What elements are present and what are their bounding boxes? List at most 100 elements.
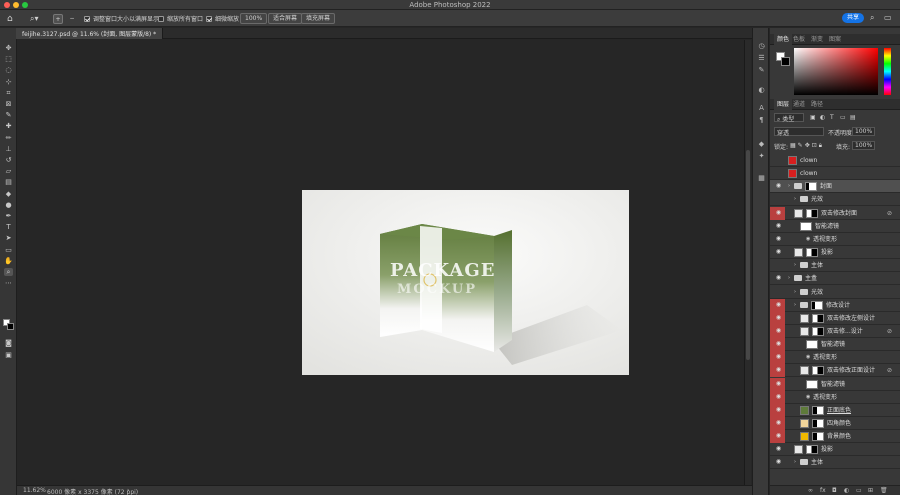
visibility-eye-icon[interactable]: ◉ xyxy=(775,433,782,439)
visibility-eye-icon[interactable]: ◉ xyxy=(775,446,782,452)
filter-pixel-icon[interactable]: ▣ xyxy=(810,114,816,121)
properties-icon[interactable]: ☰ xyxy=(757,54,766,62)
filter-visibility-icon[interactable]: ◉ xyxy=(806,236,810,242)
artboard-tool-icon[interactable]: ⬚ xyxy=(4,55,13,63)
dodge-tool-icon[interactable]: ● xyxy=(4,201,13,209)
filter-type-icon[interactable]: T xyxy=(830,114,834,121)
lock-icons[interactable]: ▦✎✥⊡🔒︎ xyxy=(790,142,824,150)
expand-chevron-icon[interactable]: › xyxy=(788,275,790,281)
pen-tool-icon[interactable]: ✒ xyxy=(4,212,13,220)
layer-row[interactable]: ◉ › 修改设计 xyxy=(770,298,900,312)
new-layer-icon[interactable]: ⊞ xyxy=(868,487,873,494)
layer-mask-thumbnail[interactable] xyxy=(805,182,817,192)
layer-row[interactable]: ◉ 四角颜色 xyxy=(770,417,900,430)
layer-thumbnail[interactable] xyxy=(794,445,803,455)
smart-object-icon[interactable]: ⊘ xyxy=(887,210,894,217)
zoom-100-button[interactable]: 100% xyxy=(240,13,268,24)
gradient-tool-icon[interactable]: ▤ xyxy=(4,178,13,186)
libraries-icon[interactable]: ◆ xyxy=(757,140,766,148)
layer-thumbnail[interactable] xyxy=(788,156,797,165)
layer-mask-thumbnail[interactable] xyxy=(812,419,824,428)
layer-mask-thumbnail[interactable] xyxy=(806,248,818,258)
visibility-eye-icon[interactable] xyxy=(775,289,782,295)
healing-tool-icon[interactable]: ✚ xyxy=(4,122,13,130)
link-layers-icon[interactable]: ∞ xyxy=(808,487,813,494)
visibility-eye-icon[interactable]: ◉ xyxy=(775,301,782,308)
opacity-field[interactable]: 100% xyxy=(852,127,876,136)
quick-mask-icon[interactable]: ◙ xyxy=(4,339,13,347)
layer-thumbnail[interactable] xyxy=(794,208,803,218)
status-menu-icon[interactable]: › xyxy=(127,487,129,494)
layer-mask-thumbnail[interactable] xyxy=(812,405,824,415)
background-color-swatch[interactable] xyxy=(781,57,790,66)
layer-row[interactable]: ◉ › 封面 xyxy=(770,180,900,194)
tab-paths[interactable]: 路径 xyxy=(808,99,826,110)
zoom-level[interactable]: 11.62% xyxy=(23,487,46,494)
fit-screen-button[interactable]: 适合屏幕 xyxy=(268,13,303,24)
layer-mask-thumbnail[interactable] xyxy=(812,326,824,336)
path-select-tool-icon[interactable]: ➤ xyxy=(4,234,13,242)
layer-mask-thumbnail[interactable] xyxy=(806,445,818,455)
new-group-icon[interactable]: ▭ xyxy=(856,487,862,494)
layer-mask-thumbnail[interactable] xyxy=(812,313,824,323)
layer-row[interactable]: ◉ ◉ 透视变形 xyxy=(770,390,900,404)
character-icon[interactable]: A xyxy=(757,104,766,112)
add-mask-icon[interactable]: ◘ xyxy=(832,487,837,494)
move-tool-icon[interactable]: ✥ xyxy=(4,44,13,52)
visibility-eye-icon[interactable]: ◉ xyxy=(775,235,782,242)
screen-mode-icon[interactable]: ▣ xyxy=(4,351,13,359)
hand-tool-icon[interactable]: ✋ xyxy=(4,257,13,265)
layer-row[interactable]: › 光效 xyxy=(770,193,900,207)
brush-settings-icon[interactable]: ✎ xyxy=(757,66,766,74)
visibility-eye-icon[interactable]: ◉ xyxy=(775,222,782,229)
hue-slider[interactable] xyxy=(884,48,891,95)
filter-visibility-icon[interactable]: ◉ xyxy=(806,354,810,360)
blur-tool-icon[interactable]: ◆ xyxy=(4,190,13,198)
crop-tool-icon[interactable]: ⌗ xyxy=(4,89,13,97)
layer-mask-thumbnail[interactable] xyxy=(806,208,818,218)
eyedropper-tool-icon[interactable]: ✎ xyxy=(4,111,13,119)
zoom-all-windows-checkbox[interactable]: 缩放所有窗口 xyxy=(158,14,203,23)
edit-toolbar-icon[interactable]: ⋯ xyxy=(4,279,13,287)
expand-chevron-icon[interactable]: › xyxy=(788,183,790,189)
visibility-eye-icon[interactable]: ◉ xyxy=(775,354,782,360)
tab-gradients[interactable]: 渐变 xyxy=(808,34,826,45)
swatches-icon[interactable]: ▦ xyxy=(757,174,766,182)
brushes-icon[interactable]: ✦ xyxy=(757,152,766,160)
layer-row[interactable]: clown xyxy=(770,167,900,181)
visibility-eye-icon[interactable]: ◉ xyxy=(775,209,782,216)
zoom-tool-icon[interactable]: ⌕▾ xyxy=(30,14,39,23)
smart-object-icon[interactable]: ⊘ xyxy=(887,367,894,374)
expand-chevron-icon[interactable]: › xyxy=(794,459,796,465)
layer-mask-thumbnail[interactable] xyxy=(812,432,824,442)
expand-chevron-icon[interactable]: › xyxy=(794,262,796,268)
zoom-in-icon[interactable]: + xyxy=(53,14,63,24)
search-icon[interactable]: ⌕ xyxy=(870,13,874,23)
tab-patterns[interactable]: 图案 xyxy=(826,34,844,45)
share-button[interactable]: 共享 xyxy=(842,13,864,23)
layer-row[interactable]: ◉ 双击修改正面设计 ⊘ xyxy=(770,364,900,378)
vertical-scrollbar[interactable] xyxy=(744,40,751,485)
scrubby-zoom-checkbox[interactable]: 细微缩放 xyxy=(206,14,239,23)
layer-row[interactable]: ◉ 背景颜色 xyxy=(770,430,900,444)
filter-adjustment-icon[interactable]: ◐ xyxy=(820,114,825,121)
brush-tool-icon[interactable]: ✏ xyxy=(4,134,13,142)
adjustments-icon[interactable]: ◐ xyxy=(757,86,766,94)
visibility-eye-icon[interactable]: ◉ xyxy=(775,393,782,400)
visibility-eye-icon[interactable]: ◉ xyxy=(775,275,782,281)
visibility-eye-icon[interactable]: ◉ xyxy=(775,406,782,413)
layer-row[interactable]: ◉ 正面底色 xyxy=(770,403,900,417)
new-adjustment-icon[interactable]: ◐ xyxy=(844,487,849,494)
layer-thumbnail[interactable] xyxy=(800,366,809,376)
layer-thumbnail[interactable] xyxy=(800,326,809,336)
layer-row[interactable]: ◉ 双击修改封面 ⊘ xyxy=(770,206,900,220)
filter-kind-select[interactable]: ⌕ 类型 xyxy=(774,113,804,123)
visibility-eye-icon[interactable]: ◉ xyxy=(775,183,782,189)
shape-tool-icon[interactable]: ▭ xyxy=(4,246,13,254)
fill-color-thumbnail[interactable] xyxy=(800,419,809,428)
scrollbar-thumb[interactable] xyxy=(746,150,750,360)
zoom-out-icon[interactable]: − xyxy=(67,14,77,23)
lasso-tool-icon[interactable]: ◌ xyxy=(4,66,13,74)
fill-color-thumbnail[interactable] xyxy=(800,432,809,442)
layer-row[interactable]: ◉ › 主体 xyxy=(770,456,900,470)
